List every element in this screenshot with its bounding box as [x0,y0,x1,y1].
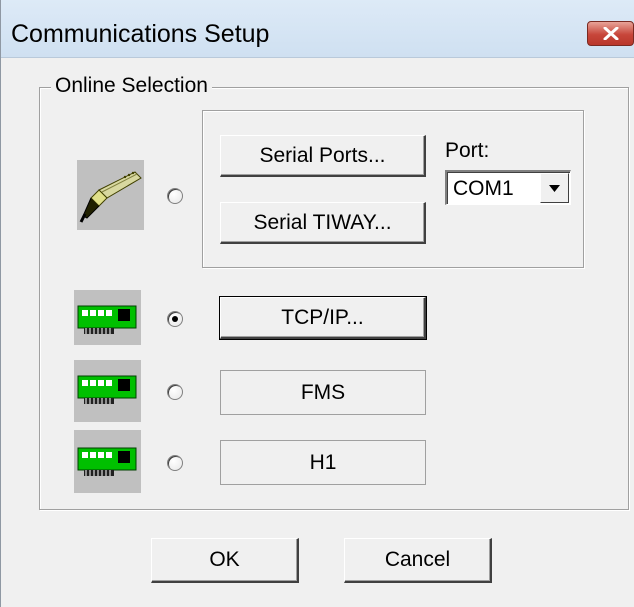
port-dropdown-button[interactable] [540,173,569,203]
cancel-button[interactable]: Cancel [344,538,492,583]
h1-button[interactable]: H1 [220,440,426,485]
radio-dot-icon [172,316,178,322]
close-button[interactable] [587,21,634,46]
close-icon [603,27,619,40]
serial-ports-button[interactable]: Serial Ports... [220,135,426,177]
tcpip-radio[interactable] [167,311,183,327]
title-bar[interactable]: Communications Setup [1,0,634,58]
fms-radio[interactable] [167,384,183,400]
network-card-icon [74,360,141,422]
serial-cable-icon [77,160,144,230]
online-selection-label: Online Selection [51,74,212,98]
chevron-down-icon [549,185,560,192]
h1-radio[interactable] [167,455,183,471]
network-card-icon [74,430,141,493]
network-card-icon [74,290,141,345]
fms-button[interactable]: FMS [220,370,426,415]
port-select[interactable]: COM1 [445,170,571,205]
port-label: Port: [445,139,490,162]
window-title: Communications Setup [11,20,270,48]
ok-button[interactable]: OK [151,538,299,583]
tcpip-button[interactable]: TCP/IP... [219,296,427,340]
communications-setup-dialog: Communications Setup Online Selection Se… [0,0,634,607]
serial-radio[interactable] [167,188,183,204]
port-select-value: COM1 [453,177,514,200]
serial-tiway-button[interactable]: Serial TIWAY... [220,202,426,244]
